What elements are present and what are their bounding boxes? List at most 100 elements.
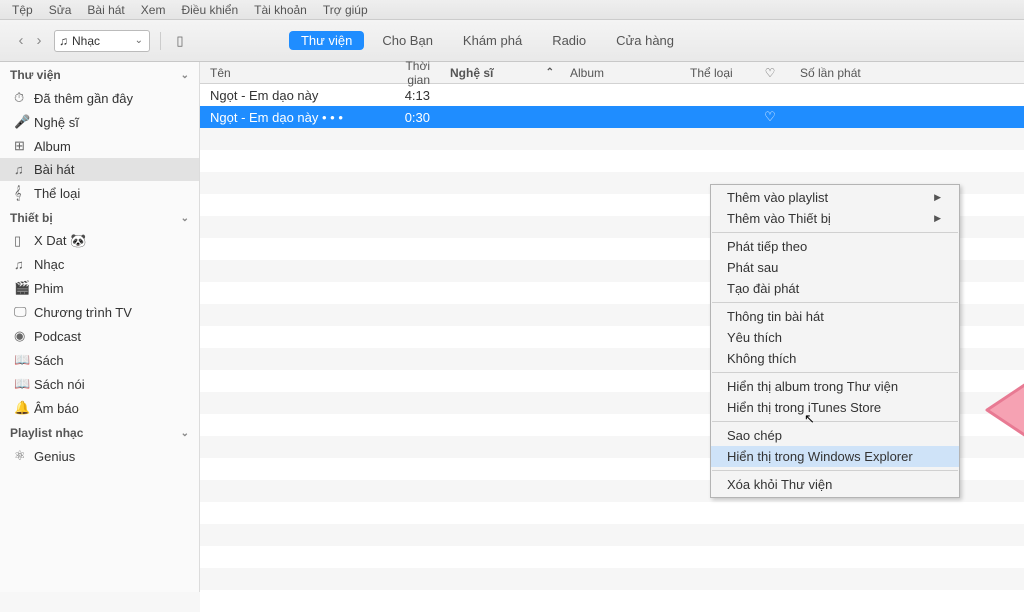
col-time[interactable]: Thời gian	[400, 59, 440, 87]
menu-điều khiển[interactable]: Điều khiển	[173, 1, 246, 19]
media-type-selector[interactable]: ♫ Nhạc ⌄	[54, 30, 150, 52]
sidebar-item-thể-loại[interactable]: 𝄞Thể loại	[0, 181, 199, 205]
context-menu-label: Hiển thị trong Windows Explorer	[727, 449, 913, 464]
table-header: Tên Thời gian Nghệ sĩ⌃ Album Thể loại ♡ …	[200, 62, 1024, 84]
sidebar-item-label: Phim	[34, 281, 64, 296]
context-menu-separator	[712, 421, 958, 422]
sort-asc-icon: ⌃	[546, 67, 554, 78]
chevron-down-icon: ⌄	[181, 428, 189, 439]
menu-bài hát[interactable]: Bài hát	[79, 1, 132, 19]
sidebar-item-album[interactable]: ⊞Album	[0, 134, 199, 158]
sidebar-item-sách-nói[interactable]: 📖Sách nói	[0, 372, 199, 396]
sidebar-item-icon: 🖵	[14, 304, 34, 320]
sidebar-item-icon: 🎤	[14, 114, 34, 130]
device-icon[interactable]: ▯	[171, 33, 189, 49]
sidebar-item-podcast[interactable]: ◉Podcast	[0, 324, 199, 348]
chevron-down-icon: ⌄	[181, 70, 189, 81]
sidebar-group-thiết-bị[interactable]: Thiết bị⌄	[0, 205, 199, 229]
context-menu-x-a-kh-i-th-vi-n[interactable]: Xóa khỏi Thư viện	[711, 474, 959, 495]
menu-sửa[interactable]: Sửa	[41, 1, 80, 19]
context-menu-ph-t-sau[interactable]: Phát sau	[711, 257, 959, 278]
context-menu-separator	[712, 372, 958, 373]
context-menu-th-m-v-o-playlist[interactable]: Thêm vào playlist ▶	[711, 187, 959, 208]
context-menu-separator	[712, 232, 958, 233]
sidebar-item-bài-hát[interactable]: ♫Bài hát	[0, 158, 199, 181]
sidebar-item-icon: 🔔	[14, 400, 34, 416]
sidebar-item-icon: ⊞	[14, 138, 34, 154]
context-menu-th-ng-tin-b-i-h-t[interactable]: Thông tin bài hát	[711, 306, 959, 327]
sidebar-item-chương-trình-tv[interactable]: 🖵Chương trình TV	[0, 300, 199, 324]
media-type-label: Nhạc	[72, 34, 100, 48]
context-menu-t-o-i-ph-t[interactable]: Tạo đài phát	[711, 278, 959, 299]
sidebar-item-nhạc[interactable]: ♫Nhạc	[0, 253, 199, 276]
track-name: Ngọt - Em dạo này • • •	[200, 110, 400, 125]
track-row[interactable]: Ngọt - Em dạo này • • •0:30 ♡	[200, 106, 1024, 128]
context-menu-label: Thông tin bài hát	[727, 309, 824, 324]
context-menu-th-m-v-o-thi-t-b-[interactable]: Thêm vào Thiết bị▶	[711, 208, 959, 229]
context-menu-label: Phát sau	[727, 260, 778, 275]
sidebar-item-label: Đã thêm gần đây	[34, 91, 133, 106]
chevron-down-icon: ⌄	[181, 213, 189, 224]
col-name[interactable]: Tên	[200, 66, 400, 80]
sidebar-group-playlist-nhạc[interactable]: Playlist nhạc⌄	[0, 420, 199, 444]
sidebar-item-âm-báo[interactable]: 🔔Âm báo	[0, 396, 199, 420]
empty-row	[200, 150, 1024, 172]
context-menu-hi-n-th-trong-windows-explorer[interactable]: Hiển thị trong Windows Explorer	[711, 446, 959, 467]
sidebar-item-đã-thêm-gần-đây[interactable]: ⏱Đã thêm gần đây	[0, 86, 199, 110]
tab-cho-bạn[interactable]: Cho Bạn	[370, 31, 445, 50]
context-menu-label: Hiển thị album trong Thư viện	[727, 379, 898, 394]
empty-row	[200, 568, 1024, 590]
col-heart[interactable]: ♡	[750, 66, 790, 80]
context-menu-sao-ch-p[interactable]: Sao chép	[711, 425, 959, 446]
tab-thư-viện[interactable]: Thư viện	[289, 31, 364, 50]
chevron-right-icon: ▶	[934, 213, 941, 224]
sidebar-item-label: Album	[34, 139, 71, 154]
context-menu-hi-n-th-trong-itunes-store[interactable]: Hiển thị trong iTunes Store	[711, 397, 959, 418]
sidebar-item-label: Nhạc	[34, 257, 64, 272]
sidebar-item-label: Nghệ sĩ	[34, 115, 79, 130]
context-menu-y-u-th-ch[interactable]: Yêu thích	[711, 327, 959, 348]
sidebar-item-icon: ⚛	[14, 448, 34, 464]
context-menu-separator	[712, 470, 958, 471]
sidebar-item-icon: 🎬	[14, 280, 34, 296]
sidebar-item-phim[interactable]: 🎬Phim	[0, 276, 199, 300]
tab-khám-phá[interactable]: Khám phá	[451, 31, 534, 50]
empty-row	[200, 590, 1024, 612]
sidebar-item-label: Podcast	[34, 329, 81, 344]
music-note-icon: ♫	[59, 34, 68, 48]
context-menu-label: Yêu thích	[727, 330, 782, 345]
context-menu-separator	[712, 302, 958, 303]
sidebar-item-label: Sách nói	[34, 377, 85, 392]
sidebar-item-sách[interactable]: 📖Sách	[0, 348, 199, 372]
context-menu: Thêm vào playlist▶Thêm vào Thiết bị▶Phát…	[710, 184, 960, 498]
sidebar-group-thư-viện[interactable]: Thư viện⌄	[0, 62, 199, 86]
chevron-right-icon: ▶	[934, 192, 941, 203]
nav-forward-button[interactable]: ›	[30, 32, 48, 50]
context-menu-ph-t-ti-p-theo[interactable]: Phát tiếp theo	[711, 236, 959, 257]
sidebar-item-label: Bài hát	[34, 162, 74, 177]
menu-xem[interactable]: Xem	[133, 1, 174, 19]
sidebar-item-label: Genius	[34, 449, 75, 464]
context-menu-label: Thêm vào playlist	[727, 190, 828, 205]
col-album[interactable]: Album	[560, 66, 680, 80]
sidebar-item-nghệ-sĩ[interactable]: 🎤Nghệ sĩ	[0, 110, 199, 134]
sidebar-item-genius[interactable]: ⚛Genius	[0, 444, 199, 468]
sidebar-item-icon: 📖	[14, 352, 34, 368]
context-menu-hi-n-th-album-trong-th-vi-n[interactable]: Hiển thị album trong Thư viện	[711, 376, 959, 397]
context-menu-kh-ng-th-ch[interactable]: Không thích	[711, 348, 959, 369]
context-menu-label: Xóa khỏi Thư viện	[727, 477, 832, 492]
menu-trợ giúp[interactable]: Trợ giúp	[315, 1, 376, 19]
tab-cửa-hàng[interactable]: Cửa hàng	[604, 31, 686, 50]
sidebar-item-icon: ♫	[14, 257, 34, 272]
track-heart[interactable]: ♡	[750, 109, 790, 125]
col-genre[interactable]: Thể loại	[680, 66, 750, 80]
nav-back-button[interactable]: ‹	[12, 32, 30, 50]
track-time: 0:30	[400, 110, 440, 125]
menu-tài khoản[interactable]: Tài khoản	[246, 1, 315, 19]
col-plays[interactable]: Số lần phát	[790, 66, 880, 80]
track-row[interactable]: Ngọt - Em dạo này4:13	[200, 84, 1024, 106]
tab-radio[interactable]: Radio	[540, 31, 598, 50]
col-artist[interactable]: Nghệ sĩ⌃	[440, 66, 560, 80]
menu-tệp[interactable]: Tệp	[4, 1, 41, 19]
sidebar-item-x-dat-🐼[interactable]: ▯X Dat 🐼	[0, 229, 199, 253]
